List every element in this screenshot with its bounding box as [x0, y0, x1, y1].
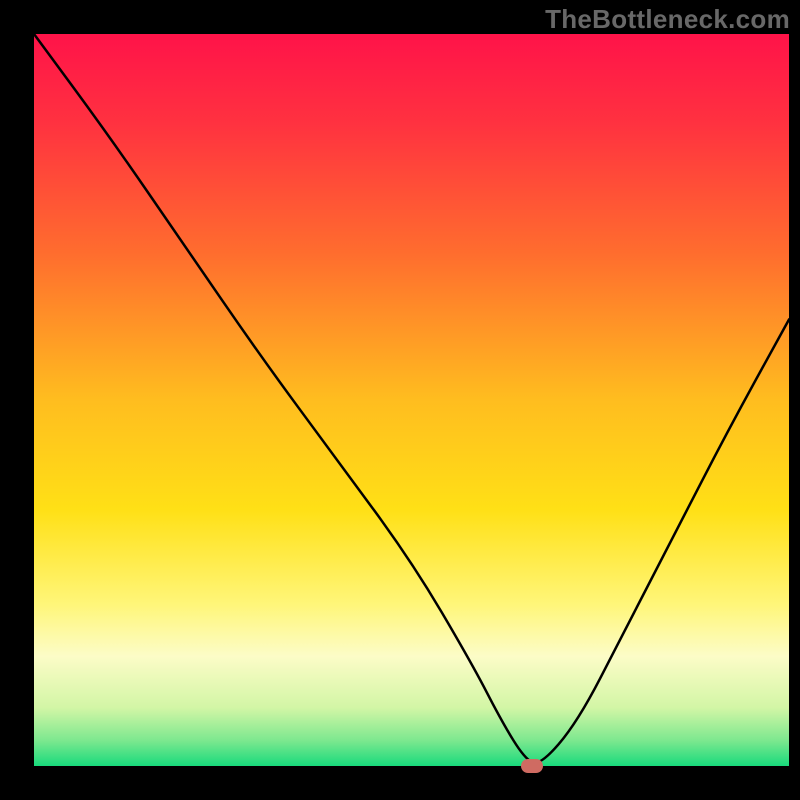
chart-svg — [34, 34, 789, 766]
gradient-background — [34, 34, 789, 766]
watermark-text: TheBottleneck.com — [545, 4, 790, 35]
plot-area — [34, 34, 789, 766]
optimal-marker — [521, 759, 543, 773]
chart-frame: TheBottleneck.com — [0, 0, 800, 800]
